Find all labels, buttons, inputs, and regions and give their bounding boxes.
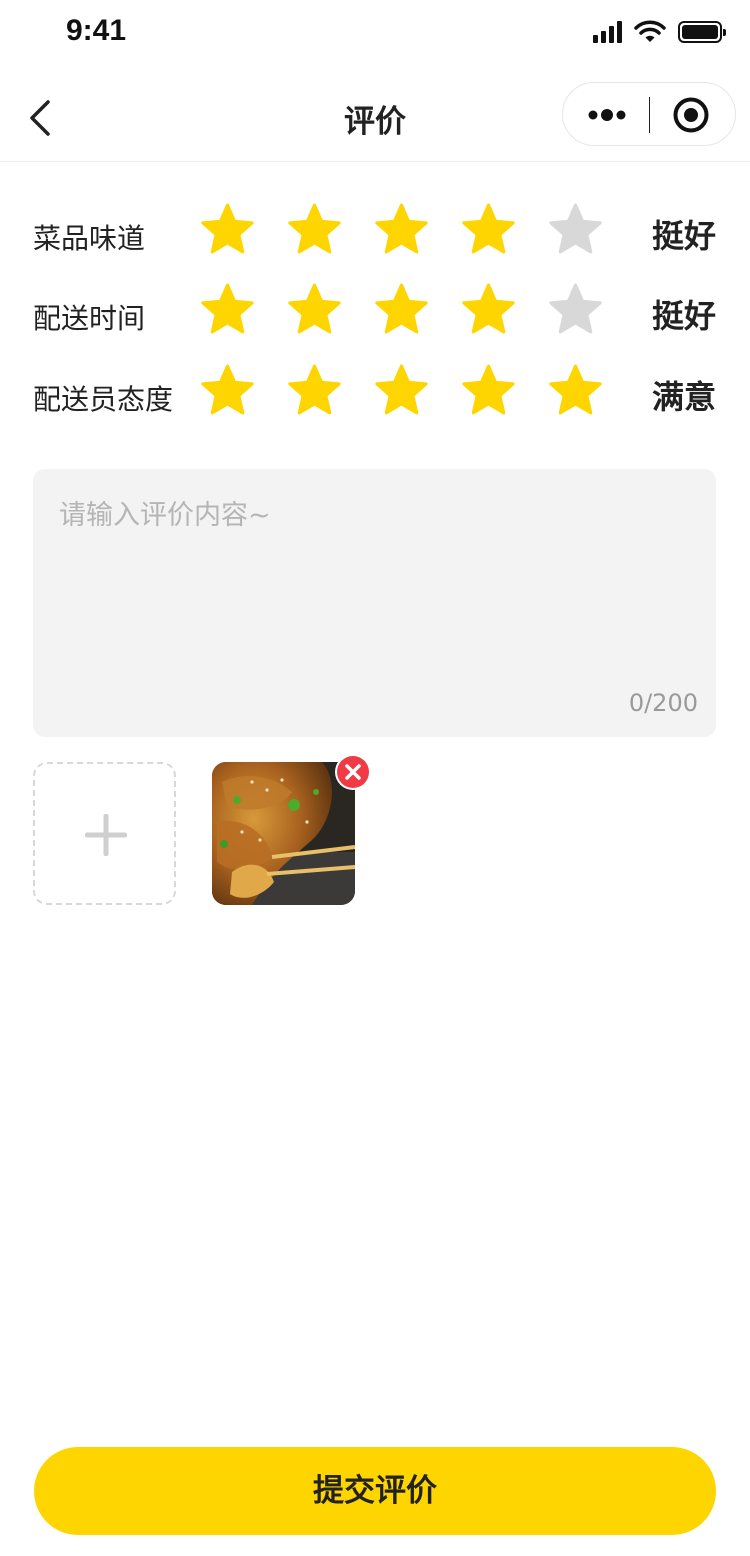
star-rating[interactable] bbox=[200, 203, 603, 258]
rating-label: 菜品味道 bbox=[33, 222, 146, 255]
status-bar: 9:41 bbox=[0, 0, 750, 70]
star-filled-icon[interactable] bbox=[374, 364, 429, 419]
rating-label: 配送员态度 bbox=[33, 383, 174, 416]
more-button[interactable] bbox=[581, 95, 633, 135]
rating-text: 挺好 bbox=[651, 217, 716, 255]
remove-circle-icon bbox=[335, 754, 371, 790]
star-filled-icon[interactable] bbox=[200, 283, 255, 338]
target-close-icon bbox=[673, 97, 709, 133]
rating-text: 满意 bbox=[651, 378, 716, 416]
star-filled-icon[interactable] bbox=[287, 283, 342, 338]
star-filled-icon[interactable] bbox=[287, 364, 342, 419]
capsule-divider bbox=[649, 97, 650, 133]
mini-program-capsule bbox=[562, 82, 736, 146]
plus-icon bbox=[85, 814, 127, 856]
star-filled-icon[interactable] bbox=[548, 364, 603, 419]
rating-label: 配送时间 bbox=[33, 302, 146, 335]
status-icons bbox=[593, 20, 726, 44]
star-filled-icon[interactable] bbox=[374, 203, 429, 258]
star-rating[interactable] bbox=[200, 364, 603, 419]
rating-row-courier-attitude: 配送员态度 满意 bbox=[0, 364, 750, 434]
submit-review-button[interactable]: 提交评价 bbox=[34, 1447, 716, 1535]
battery-icon bbox=[678, 21, 726, 43]
add-photo-button[interactable] bbox=[33, 762, 176, 905]
star-filled-icon[interactable] bbox=[461, 203, 516, 258]
star-filled-icon[interactable] bbox=[461, 364, 516, 419]
photo-thumbnail[interactable] bbox=[212, 762, 355, 905]
rating-text: 挺好 bbox=[651, 297, 716, 335]
remove-photo-button[interactable] bbox=[335, 754, 371, 790]
star-filled-icon[interactable] bbox=[461, 283, 516, 338]
rating-row-delivery-time: 配送时间 挺好 bbox=[0, 283, 750, 353]
star-filled-icon[interactable] bbox=[287, 203, 342, 258]
comment-box: 0/200 bbox=[33, 469, 716, 737]
star-filled-icon[interactable] bbox=[200, 203, 255, 258]
wifi-icon bbox=[634, 20, 666, 42]
signal-icon bbox=[593, 21, 622, 43]
close-miniprogram-button[interactable] bbox=[671, 95, 711, 135]
rating-row-taste: 菜品味道 挺好 bbox=[0, 203, 750, 273]
star-filled-icon[interactable] bbox=[374, 283, 429, 338]
star-empty-icon[interactable] bbox=[548, 203, 603, 258]
more-dots-icon bbox=[588, 109, 626, 121]
char-count: 0/200 bbox=[628, 689, 698, 717]
star-empty-icon[interactable] bbox=[548, 283, 603, 338]
food-photo bbox=[212, 762, 355, 905]
nav-bar: 评价 bbox=[0, 76, 750, 162]
status-time: 9:41 bbox=[66, 14, 127, 47]
star-filled-icon[interactable] bbox=[200, 364, 255, 419]
comment-input[interactable] bbox=[33, 469, 716, 737]
star-rating[interactable] bbox=[200, 283, 603, 338]
